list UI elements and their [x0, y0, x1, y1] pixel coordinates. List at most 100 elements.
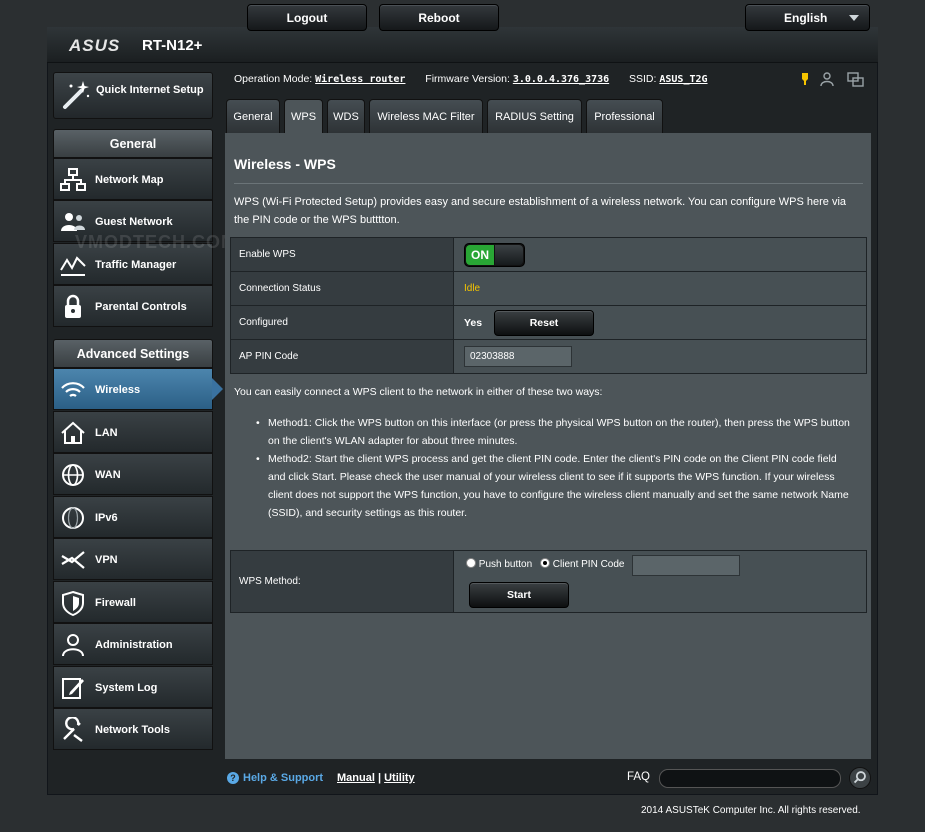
tab-wds[interactable]: WDS [327, 99, 365, 133]
ap-pin-code-label: AP PIN Code [230, 339, 454, 374]
chevron-down-icon [849, 15, 859, 21]
sidebar-item-label: WAN [95, 469, 121, 481]
sidebar-item-ipv6[interactable]: IPv6 [53, 496, 213, 538]
table-row: Enable WPS ON [230, 237, 867, 272]
help-support-label: Help & Support [243, 772, 324, 784]
page-description: WPS (Wi-Fi Protected Setup) provides eas… [234, 196, 847, 226]
ap-pin-cell [453, 339, 867, 374]
sidebar-item-label: Traffic Manager [95, 259, 177, 271]
push-button-label: Push button [478, 559, 533, 570]
faq-search-button[interactable] [849, 767, 871, 789]
users-icon[interactable] [820, 72, 834, 87]
push-button-option[interactable]: Push button [466, 558, 532, 570]
tab-wps[interactable]: WPS [284, 99, 323, 133]
ipv6-globe-icon [62, 507, 84, 529]
start-button[interactable]: Start [469, 582, 569, 608]
help-support-link[interactable]: ? Help & Support [227, 772, 323, 784]
table-row: Connection Status Idle [230, 271, 867, 306]
configured-label: Configured [230, 305, 454, 340]
table-row: AP PIN Code [230, 339, 867, 374]
sidebar-item-system-log[interactable]: System Log [53, 666, 213, 708]
wps-method-cell: Push button Client PIN Code Start [453, 550, 867, 613]
faq-search-input[interactable] [659, 769, 841, 788]
sidebar-item-administration[interactable]: Administration [53, 623, 213, 665]
wps-method-table: WPS Method: Push button Client PIN Code … [230, 550, 867, 613]
sidebar-item-parental-controls[interactable]: Parental Controls [53, 285, 213, 327]
client-pin-input[interactable] [632, 555, 740, 576]
list-item: Method2: Start the client WPS process an… [256, 450, 852, 522]
sidebar-item-lan[interactable]: LAN [53, 411, 213, 453]
footer-links: Manual | Utility [337, 772, 415, 784]
list-item: Method1: Click the WPS button on this in… [256, 414, 852, 450]
operation-mode-label: Operation Mode: [234, 73, 313, 85]
firmware-label: Firmware Version: [425, 73, 510, 85]
sidebar-item-firewall[interactable]: Firewall [53, 581, 213, 623]
sidebar-item-label: Administration [95, 639, 173, 651]
logout-button[interactable]: Logout [247, 4, 367, 31]
toggle-on-label: ON [466, 245, 494, 265]
sidebar-item-label: Network Map [95, 174, 164, 186]
sidebar-item-label: VPN [95, 554, 118, 566]
methods-list: Method1: Click the WPS button on this in… [256, 414, 852, 522]
reboot-button[interactable]: Reboot [379, 4, 499, 31]
usb-devices-icon[interactable] [847, 72, 864, 87]
traffic-manager-icon [60, 256, 86, 276]
magic-wand-icon [63, 81, 90, 109]
wps-settings-table: Enable WPS ON Connection Status Idle Con… [230, 237, 867, 374]
ssid-label: SSID: [629, 73, 657, 85]
client-pin-radio[interactable] [540, 558, 550, 568]
vpn-icon [61, 551, 85, 569]
table-row: WPS Method: Push button Client PIN Code … [230, 550, 867, 613]
brand-logo: ASUS [69, 36, 121, 55]
page-title: Wireless - WPS [234, 156, 336, 172]
lock-icon [65, 294, 81, 318]
tab-general[interactable]: General [226, 99, 280, 133]
lightbulb-icon[interactable] [802, 73, 808, 85]
user-icon [62, 634, 84, 657]
ap-pin-code-field[interactable] [464, 346, 572, 367]
firmware-version-link[interactable]: 3.0.0.4.376_3736 [513, 74, 609, 85]
tab-wireless-mac-filter[interactable]: Wireless MAC Filter [369, 99, 483, 133]
sidebar-item-label: Network Tools [95, 724, 170, 736]
utility-link[interactable]: Utility [384, 772, 415, 784]
sidebar-item-wan[interactable]: WAN [53, 453, 213, 495]
enable-wps-label: Enable WPS [230, 237, 454, 272]
copyright: 2014 ASUSTeK Computer Inc. All rights re… [641, 805, 861, 816]
sidebar-item-label: Parental Controls [95, 301, 187, 313]
sidebar-item-label: LAN [95, 427, 118, 439]
language-select[interactable]: English [745, 4, 870, 31]
sidebar-item-label: Guest Network [95, 216, 173, 228]
general-heading: General [53, 129, 213, 158]
enable-wps-toggle[interactable]: ON [464, 243, 525, 267]
operation-mode-link[interactable]: Wireless router [315, 74, 405, 85]
sidebar-item-wireless[interactable]: Wireless [53, 368, 223, 410]
ways-intro: You can easily connect a WPS client to t… [234, 386, 603, 398]
help-icon: ? [227, 772, 239, 784]
edit-log-icon [62, 678, 84, 699]
tab-radius-setting[interactable]: RADIUS Setting [487, 99, 582, 133]
sidebar-item-label: System Log [95, 682, 158, 694]
wireless-icon [61, 382, 85, 397]
sidebar-item-vpn[interactable]: VPN [53, 538, 213, 580]
search-icon [853, 771, 866, 784]
quick-internet-setup-button[interactable]: Quick Internet Setup [53, 72, 213, 119]
table-row: Configured Yes Reset [230, 305, 867, 340]
wrench-icon [63, 717, 83, 742]
sidebar-item-network-map[interactable]: Network Map [53, 158, 213, 200]
status-line: Operation Mode: Wireless router Firmware… [234, 73, 708, 85]
client-pin-option[interactable]: Client PIN Code [540, 558, 624, 570]
status-icons [802, 72, 864, 87]
top-bar: ASUS RT-N12+ [47, 27, 878, 63]
connection-status-value: Idle [464, 283, 481, 294]
manual-link[interactable]: Manual [337, 772, 375, 784]
tab-professional[interactable]: Professional [586, 99, 663, 133]
push-button-radio[interactable] [466, 558, 476, 568]
sidebar-item-label: Wireless [95, 384, 141, 396]
footer: ? Help & Support Manual | Utility FAQ [225, 765, 873, 791]
reset-button[interactable]: Reset [494, 310, 594, 336]
sidebar-item-network-tools[interactable]: Network Tools [53, 708, 213, 750]
ssid-link[interactable]: ASUS_T2G [659, 74, 707, 85]
home-icon [61, 421, 85, 444]
sidebar-item-label: IPv6 [95, 512, 118, 524]
configured-cell: Yes Reset [453, 305, 867, 340]
